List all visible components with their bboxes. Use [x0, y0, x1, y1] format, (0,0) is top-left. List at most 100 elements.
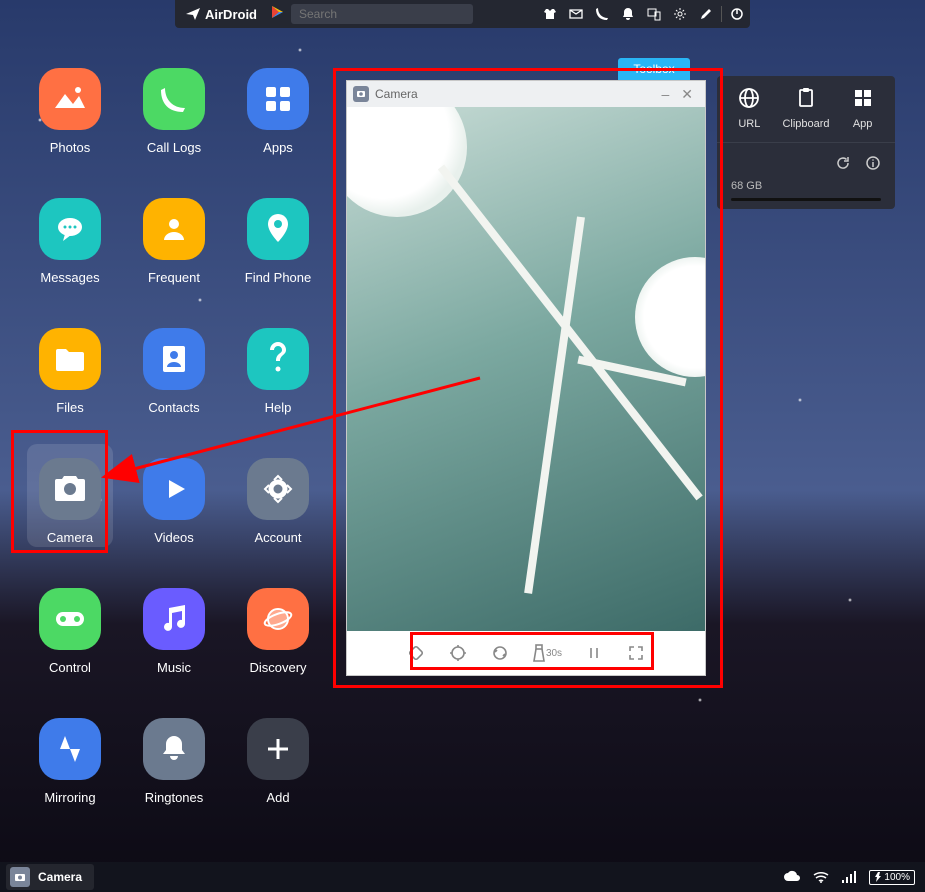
app-mirroring[interactable]: Mirroring — [18, 704, 122, 834]
camera-app-icon — [353, 86, 369, 102]
app-calllogs[interactable]: Call Logs — [122, 54, 226, 184]
taskbar: Camera 100% — [0, 862, 925, 892]
camera-titlebar[interactable]: Camera – ✕ — [347, 81, 705, 107]
app-apps[interactable]: Apps — [226, 54, 330, 184]
battery-percent: 100% — [884, 872, 910, 883]
app-contacts[interactable]: Contacts — [122, 314, 226, 444]
focus-icon[interactable] — [448, 643, 468, 663]
app-label: Call Logs — [147, 140, 201, 155]
app-label: Messages — [40, 270, 99, 285]
discovery-icon — [247, 588, 309, 650]
storage-info: 68 GB — [717, 180, 895, 201]
desktop-grid: Photos Call Logs Apps Messages Frequent Find … — [18, 54, 330, 834]
search-field[interactable] — [291, 4, 473, 24]
camera-icon — [39, 458, 101, 520]
toolbox-url[interactable]: URL — [724, 84, 774, 130]
devices-icon[interactable] — [641, 0, 667, 28]
app-label: Find Phone — [245, 270, 312, 285]
app-videos[interactable]: Videos — [122, 444, 226, 574]
charging-icon — [874, 872, 882, 882]
battery-indicator[interactable]: 100% — [869, 870, 915, 885]
top-bar: AirDroid — [175, 0, 750, 28]
search-input[interactable] — [297, 6, 467, 22]
bell-icon[interactable] — [615, 0, 641, 28]
camera-preview — [347, 107, 705, 631]
system-tray: 100% — [783, 870, 925, 885]
app-discovery[interactable]: Discovery — [226, 574, 330, 704]
cloud-icon[interactable] — [783, 870, 801, 884]
power-icon[interactable] — [724, 0, 750, 28]
app-account[interactable]: Account — [226, 444, 330, 574]
add-icon — [247, 718, 309, 780]
airdroid-paper-plane-icon — [185, 6, 201, 22]
mail-icon[interactable] — [563, 0, 589, 28]
files-icon — [39, 328, 101, 390]
app-help[interactable]: Help — [226, 314, 330, 444]
edit-icon[interactable] — [693, 0, 719, 28]
app-label: Files — [56, 400, 83, 415]
refresh-icon[interactable] — [835, 155, 851, 176]
control-icon — [39, 588, 101, 650]
app-findphone[interactable]: Find Phone — [226, 184, 330, 314]
storage-text: 68 GB — [731, 180, 762, 192]
signal-icon[interactable] — [841, 870, 857, 884]
camera-image-pipe — [524, 216, 585, 593]
minimize-button[interactable]: – — [655, 86, 675, 102]
apps-grid-icon — [851, 86, 875, 110]
app-camera[interactable]: Camera — [18, 444, 122, 574]
ringtones-icon — [143, 718, 205, 780]
app-frequent[interactable]: Frequent — [122, 184, 226, 314]
info-icon[interactable] — [865, 155, 881, 176]
wifi-icon[interactable] — [813, 870, 829, 884]
app-music[interactable]: Music — [122, 574, 226, 704]
brand-name: AirDroid — [205, 7, 257, 22]
tshirt-icon[interactable] — [537, 0, 563, 28]
pause-icon[interactable] — [584, 643, 604, 663]
toolbox-app-label: App — [853, 118, 873, 130]
contacts-icon — [143, 328, 205, 390]
flash-timer-icon[interactable]: 30s — [532, 643, 562, 663]
app-label: Discovery — [249, 660, 306, 675]
close-button[interactable]: ✕ — [675, 86, 699, 103]
frequent-icon — [143, 198, 205, 260]
app-label: Frequent — [148, 270, 200, 285]
taskbar-item-label: Camera — [38, 870, 82, 884]
app-label: Mirroring — [44, 790, 95, 805]
toolbox-clipboard-label: Clipboard — [782, 118, 829, 130]
app-control[interactable]: Control — [18, 574, 122, 704]
google-play-icon[interactable] — [271, 5, 285, 24]
app-label: Music — [157, 660, 191, 675]
app-ringtones[interactable]: Ringtones — [122, 704, 226, 834]
music-icon — [143, 588, 205, 650]
app-label: Contacts — [148, 400, 199, 415]
account-icon — [247, 458, 309, 520]
camera-window: Camera – ✕ 30s — [346, 80, 706, 676]
toolbox-clipboard[interactable]: Clipboard — [781, 84, 831, 130]
switch-camera-icon[interactable] — [490, 643, 510, 663]
gear-icon[interactable] — [667, 0, 693, 28]
brand-logo[interactable]: AirDroid — [185, 6, 257, 22]
phone-icon[interactable] — [589, 0, 615, 28]
app-label: Control — [49, 660, 91, 675]
findphone-icon — [247, 198, 309, 260]
videos-icon — [143, 458, 205, 520]
app-label: Help — [265, 400, 292, 415]
toolbox-app[interactable]: App — [838, 84, 888, 130]
camera-image-lamp — [635, 257, 705, 377]
camera-icon — [10, 867, 30, 887]
help-icon — [247, 328, 309, 390]
clipboard-icon — [794, 86, 818, 110]
rotate-icon[interactable] — [406, 643, 426, 663]
toolbox-tab[interactable]: Toolbox — [618, 58, 690, 80]
app-label: Ringtones — [145, 790, 204, 805]
app-messages[interactable]: Messages — [18, 184, 122, 314]
app-label: Camera — [47, 530, 93, 545]
app-add[interactable]: Add — [226, 704, 330, 834]
app-label: Photos — [50, 140, 90, 155]
camera-image-lamp — [347, 107, 467, 217]
app-photos[interactable]: Photos — [18, 54, 122, 184]
app-files[interactable]: Files — [18, 314, 122, 444]
fullscreen-icon[interactable] — [626, 643, 646, 663]
toolbox-url-label: URL — [738, 118, 760, 130]
taskbar-item-camera[interactable]: Camera — [6, 864, 94, 890]
